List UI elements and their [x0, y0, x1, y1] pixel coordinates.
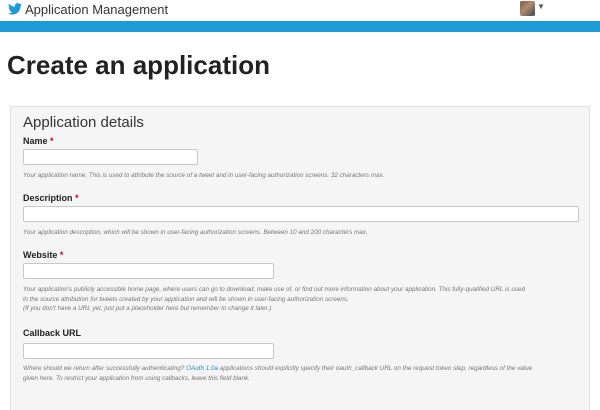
callback-url-input[interactable]: [23, 343, 274, 359]
name-label: Name *: [23, 136, 54, 146]
callback-help-line: Where should we return after successfull…: [23, 364, 532, 374]
required-marker: *: [75, 193, 79, 203]
name-help-text: Your application name. This is used to a…: [23, 172, 385, 179]
twitter-bird-icon[interactable]: [8, 3, 22, 15]
name-input[interactable]: [23, 149, 198, 165]
callback-url-label: Callback URL: [23, 328, 81, 338]
page-title: Create an application: [7, 50, 270, 80]
callback-help-text-part: Where should we return after successfull…: [23, 365, 187, 372]
callback-url-label-text: Callback URL: [23, 328, 82, 338]
website-help-line: in the source attribution for tweets cre…: [23, 295, 349, 303]
required-marker: *: [59, 250, 64, 260]
user-avatar[interactable]: [520, 1, 535, 16]
callback-help-line: given here. To restrict your application…: [23, 374, 250, 382]
website-help-line: Your application's publicly accessible h…: [23, 286, 525, 293]
required-marker: *: [50, 136, 54, 146]
website-help-text: Your application's publicly accessible h…: [23, 285, 525, 314]
description-label-text: Description: [23, 193, 73, 203]
top-navigation-bar: Application Management ▼: [0, 0, 600, 21]
website-input[interactable]: [23, 263, 274, 279]
application-details-panel: Application details Name * Your applicat…: [10, 106, 590, 410]
name-label-text: Name: [23, 136, 48, 146]
panel-title: Application details: [23, 114, 144, 131]
website-help-line: (If you don't have a URL yet, just put a…: [23, 305, 272, 312]
header-accent-bar: [0, 21, 600, 32]
app-title[interactable]: Application Management: [25, 2, 168, 17]
callback-help-text-part: applications should explicitly specify t…: [217, 365, 533, 372]
website-label-text: Website: [23, 250, 58, 260]
description-label: Description *: [23, 193, 79, 203]
description-help-text: Your application description, which will…: [23, 229, 368, 236]
oauth-link[interactable]: OAuth 1.0a: [186, 365, 218, 372]
description-input[interactable]: [23, 206, 579, 222]
website-label: Website *: [23, 250, 63, 260]
caret-down-icon[interactable]: ▼: [537, 2, 545, 11]
callback-help-text: Where should we return after successfull…: [23, 364, 532, 383]
